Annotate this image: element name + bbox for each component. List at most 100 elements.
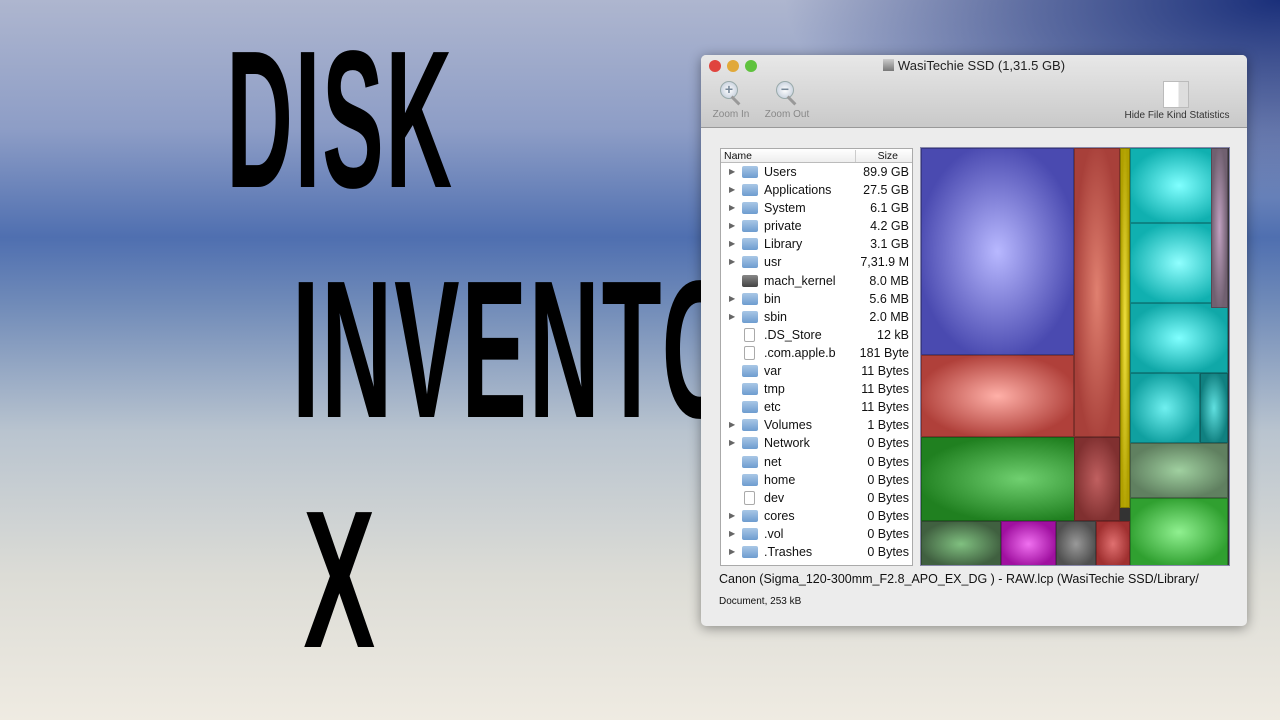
folder-icon (742, 166, 758, 178)
disclosure-triangle-icon[interactable]: ▶ (729, 163, 735, 181)
treemap-block[interactable] (921, 521, 1001, 565)
list-item[interactable]: ▶ Volumes 1 Bytes (721, 416, 912, 434)
item-size: 4.2 GB (870, 219, 909, 234)
item-name: home (764, 472, 796, 487)
hide-stats-label: Hide File Kind Statistics (1124, 110, 1230, 121)
list-item[interactable]: ▶ Network 0 Bytes (721, 434, 912, 452)
treemap-block[interactable] (1130, 498, 1228, 565)
treemap-block[interactable] (1130, 373, 1200, 443)
file-list[interactable]: Name Size ▶ Users 89.9 GB ▶ Applications 27.5… (720, 148, 913, 566)
column-size[interactable]: Size (878, 150, 898, 162)
list-item[interactable]: .com.apple.b 181 Byte (721, 344, 912, 362)
disclosure-triangle-icon[interactable]: ▶ (729, 290, 735, 308)
list-item[interactable]: ▶ bin 5.6 MB (721, 290, 912, 308)
folder-icon (742, 365, 758, 378)
list-item[interactable]: var 11 Bytes (721, 362, 912, 380)
zoom-out-label: Zoom Out (764, 109, 810, 120)
disclosure-triangle-icon[interactable]: ▶ (729, 308, 735, 326)
folder-icon (742, 545, 758, 558)
treemap-block[interactable] (1001, 521, 1056, 565)
folder-icon (742, 401, 758, 414)
disclosure-triangle-icon[interactable]: ▶ (729, 507, 735, 525)
list-item[interactable]: home 0 Bytes (721, 471, 912, 489)
zoom-in-button[interactable]: + Zoom In (709, 81, 753, 120)
treemap-block[interactable] (1211, 148, 1228, 308)
item-size: 5.6 MB (869, 291, 909, 306)
zoom-in-icon: + (720, 81, 742, 107)
folder-icon (742, 220, 758, 233)
treemap-block[interactable] (1130, 303, 1228, 373)
item-name: Applications (764, 183, 832, 198)
list-item[interactable]: ▶ System 6.1 GB (721, 199, 912, 217)
list-item[interactable]: ▶ sbin 2.0 MB (721, 308, 912, 326)
folder-icon (742, 202, 758, 215)
treemap-block[interactable] (1120, 148, 1130, 508)
list-item[interactable]: net 0 Bytes (721, 453, 912, 471)
treemap-view[interactable] (920, 147, 1230, 566)
status-path: Canon (Sigma_120-300mm_F2.8_APO_EX_DG ) … (719, 572, 1199, 586)
item-name: cores (764, 508, 795, 523)
item-name: Users (764, 165, 797, 179)
treemap-block[interactable] (921, 148, 1074, 355)
list-item[interactable]: ▶ usr 7,31.9 M (721, 253, 912, 271)
item-size: 8.0 MB (869, 273, 909, 288)
folder-icon (742, 184, 758, 197)
item-name: Library (764, 237, 803, 252)
list-item[interactable]: ▶ Applications 27.5 GB (721, 181, 912, 199)
window-title-text: WasiTechie SSD (1,31.5 GB) (897, 58, 1066, 73)
folder-icon (742, 292, 758, 305)
item-size: 0 Bytes (867, 544, 909, 559)
column-name[interactable]: Name (724, 150, 752, 162)
list-item[interactable]: .DS_Store 12 kB (721, 326, 912, 344)
treemap-block[interactable] (1074, 437, 1120, 521)
disclosure-triangle-icon[interactable]: ▶ (729, 434, 735, 452)
treemap-block[interactable] (1200, 373, 1228, 443)
zoom-out-icon: − (776, 81, 798, 107)
disclosure-triangle-icon[interactable]: ▶ (729, 416, 735, 434)
disclosure-triangle-icon[interactable]: ▶ (729, 543, 735, 561)
list-item[interactable]: dev 0 Bytes (721, 489, 912, 507)
list-header: Name Size (721, 149, 912, 163)
item-name: mach_kernel (764, 273, 836, 288)
item-name: System (764, 201, 806, 216)
list-item[interactable]: ▶ private 4.2 GB (721, 217, 912, 235)
list-item[interactable]: ▶ Library 3.1 GB (721, 235, 912, 253)
item-size: 6.1 GB (870, 201, 909, 216)
list-item[interactable]: etc 11 Bytes (721, 398, 912, 416)
treemap-block[interactable] (921, 355, 1074, 437)
folder-icon (742, 419, 758, 432)
zoom-out-button[interactable]: − Zoom Out (760, 81, 814, 120)
treemap-block[interactable] (1096, 521, 1130, 565)
disclosure-triangle-icon[interactable]: ▶ (729, 235, 735, 253)
item-name: usr (764, 255, 782, 270)
list-item[interactable]: mach_kernel 8.0 MB (721, 272, 912, 290)
item-size: 2.0 MB (869, 309, 909, 324)
item-size: 11 Bytes (861, 400, 909, 415)
headline-text: DISK (226, 10, 454, 229)
drawer-icon (1163, 81, 1189, 108)
item-name: var (764, 364, 782, 379)
disclosure-triangle-icon[interactable]: ▶ (729, 199, 735, 217)
folder-icon (742, 527, 758, 540)
list-item[interactable]: ▶ cores 0 Bytes (721, 507, 912, 525)
treemap-block[interactable] (1074, 148, 1120, 437)
folder-icon (742, 437, 758, 450)
list-item[interactable]: tmp 11 Bytes (721, 380, 912, 398)
disclosure-triangle-icon[interactable]: ▶ (729, 525, 735, 543)
headline-line2: INVENTORY (0, 252, 874, 448)
list-item[interactable]: ▶ Users 89.9 GB (721, 163, 912, 181)
disclosure-triangle-icon[interactable]: ▶ (729, 217, 735, 235)
zoom-in-label: Zoom In (712, 109, 750, 120)
disclosure-triangle-icon[interactable]: ▶ (729, 253, 735, 271)
list-item[interactable]: ▶ .Trashes 0 Bytes (721, 543, 912, 561)
treemap-block[interactable] (1056, 521, 1096, 565)
treemap-block[interactable] (1130, 443, 1228, 498)
hide-file-kind-statistics-button[interactable]: Hide File Kind Statistics (1115, 81, 1239, 121)
folder-icon (742, 310, 758, 323)
item-name: Volumes (764, 418, 812, 433)
item-size: 0 Bytes (867, 508, 909, 523)
disclosure-triangle-icon[interactable]: ▶ (729, 181, 735, 199)
item-size: 11 Bytes (861, 382, 909, 397)
list-item[interactable]: ▶ .vol 0 Bytes (721, 525, 912, 543)
headline-line3: X (0, 482, 680, 678)
